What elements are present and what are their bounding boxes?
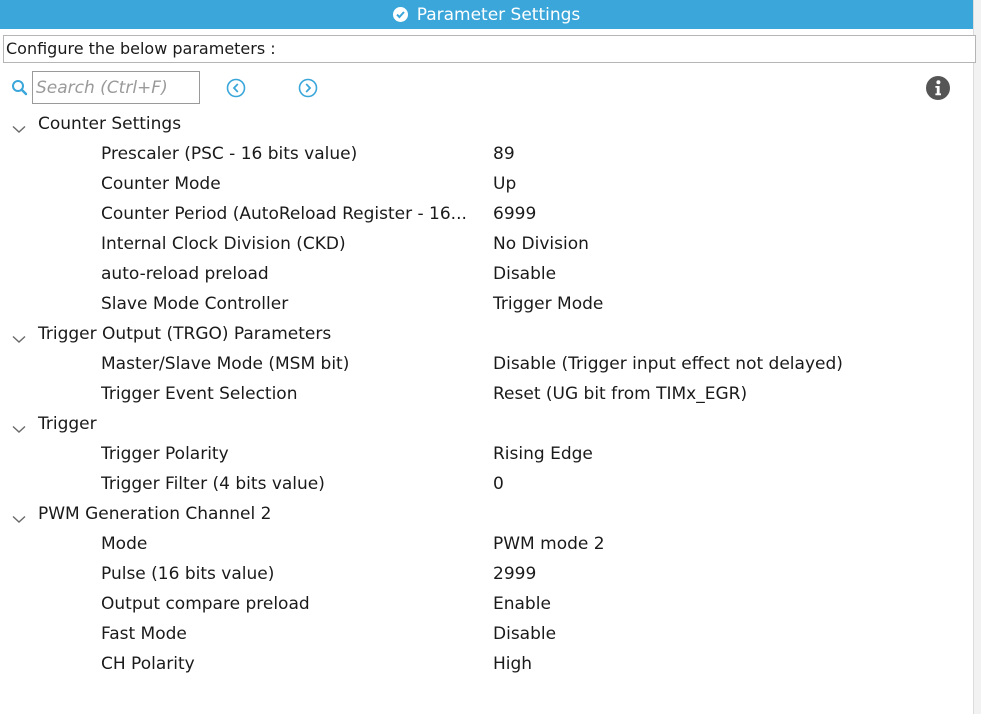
group-label: Counter Settings xyxy=(38,114,182,134)
param-row[interactable]: Slave Mode Controller Trigger Mode xyxy=(0,290,973,320)
param-name: Master/Slave Mode (MSM bit) xyxy=(101,354,350,374)
param-row[interactable]: Internal Clock Division (CKD) No Divisio… xyxy=(0,230,973,260)
param-name: auto-reload preload xyxy=(101,264,269,284)
param-row[interactable]: Master/Slave Mode (MSM bit) Disable (Tri… xyxy=(0,350,973,380)
configure-label: Configure the below parameters : xyxy=(3,35,976,63)
param-value[interactable]: 6999 xyxy=(493,204,536,224)
param-row[interactable]: Trigger Polarity Rising Edge xyxy=(0,440,973,470)
param-value[interactable]: 0 xyxy=(493,474,504,494)
param-row[interactable]: Trigger Filter (4 bits value) 0 xyxy=(0,470,973,500)
param-row[interactable]: Trigger Event Selection Reset (UG bit fr… xyxy=(0,380,973,410)
param-row[interactable]: Counter Mode Up xyxy=(0,170,973,200)
param-value[interactable]: 89 xyxy=(493,144,515,164)
param-name: Trigger Polarity xyxy=(101,444,229,464)
param-name: Trigger Event Selection xyxy=(101,384,298,404)
search-input[interactable] xyxy=(32,71,200,104)
param-value[interactable]: Disable xyxy=(493,624,556,644)
param-name: Slave Mode Controller xyxy=(101,294,289,314)
param-value[interactable]: No Division xyxy=(493,234,589,254)
param-name: Prescaler (PSC - 16 bits value) xyxy=(101,144,358,164)
panel-scroll-edge xyxy=(973,0,981,714)
chevron-down-icon[interactable] xyxy=(12,509,26,529)
param-name: Mode xyxy=(101,534,148,554)
param-name: Counter Mode xyxy=(101,174,221,194)
param-value[interactable]: Trigger Mode xyxy=(493,294,603,314)
param-value[interactable]: Disable (Trigger input effect not delaye… xyxy=(493,354,843,374)
param-name: Trigger Filter (4 bits value) xyxy=(101,474,325,494)
panel-header: Parameter Settings xyxy=(0,0,973,29)
info-icon xyxy=(926,76,950,100)
group-label: PWM Generation Channel 2 xyxy=(38,504,272,524)
panel-title: Parameter Settings xyxy=(416,4,581,25)
check-circle-icon xyxy=(392,7,408,22)
param-row[interactable]: Output compare preload Enable xyxy=(0,590,973,620)
chevron-down-icon[interactable] xyxy=(12,329,26,349)
info-button[interactable] xyxy=(926,76,950,100)
param-name: Pulse (16 bits value) xyxy=(101,564,275,584)
param-row[interactable]: auto-reload preload Disable xyxy=(0,260,973,290)
group-trigger-output[interactable]: Trigger Output (TRGO) Parameters xyxy=(0,320,973,350)
param-value[interactable]: PWM mode 2 xyxy=(493,534,605,554)
param-value[interactable]: Disable xyxy=(493,264,556,284)
previous-match-button[interactable] xyxy=(226,78,246,98)
param-name: CH Polarity xyxy=(101,654,195,674)
param-row[interactable]: Mode PWM mode 2 xyxy=(0,530,973,560)
group-label: Trigger Output (TRGO) Parameters xyxy=(38,324,332,344)
param-name: Internal Clock Division (CKD) xyxy=(101,234,346,254)
group-pwm-channel-2[interactable]: PWM Generation Channel 2 xyxy=(0,500,973,530)
chevron-down-icon[interactable] xyxy=(12,119,26,139)
param-row[interactable]: Fast Mode Disable xyxy=(0,620,973,650)
param-row[interactable]: CH Polarity High xyxy=(0,650,973,680)
search-icon xyxy=(11,79,29,101)
next-match-button[interactable] xyxy=(298,78,318,98)
param-name: Counter Period (AutoReload Register - 16… xyxy=(101,204,467,224)
param-row[interactable]: Pulse (16 bits value) 2999 xyxy=(0,560,973,590)
param-row[interactable]: Prescaler (PSC - 16 bits value) 89 xyxy=(0,140,973,170)
param-value[interactable]: 2999 xyxy=(493,564,536,584)
param-value[interactable]: Rising Edge xyxy=(493,444,593,464)
param-name: Fast Mode xyxy=(101,624,187,644)
chevron-left-circle-icon xyxy=(226,78,246,98)
group-trigger[interactable]: Trigger xyxy=(0,410,973,440)
group-counter-settings[interactable]: Counter Settings xyxy=(0,110,973,140)
param-value[interactable]: Up xyxy=(493,174,516,194)
param-row[interactable]: Counter Period (AutoReload Register - 16… xyxy=(0,200,973,230)
chevron-down-icon[interactable] xyxy=(12,419,26,439)
param-value[interactable]: High xyxy=(493,654,532,674)
param-value[interactable]: Enable xyxy=(493,594,551,614)
group-label: Trigger xyxy=(38,414,97,434)
param-name: Output compare preload xyxy=(101,594,310,614)
parameter-tree: Counter Settings Prescaler (PSC - 16 bit… xyxy=(0,110,973,680)
param-value[interactable]: Reset (UG bit from TIMx_EGR) xyxy=(493,384,747,404)
search-toolbar xyxy=(0,70,973,106)
chevron-right-circle-icon xyxy=(298,78,318,98)
